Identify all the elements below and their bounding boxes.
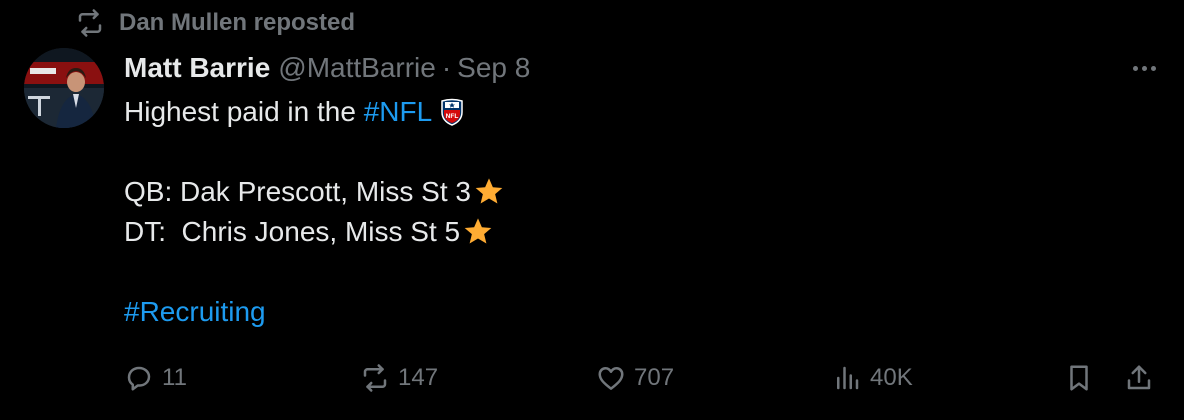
bookmark-icon — [1070, 365, 1088, 391]
repost-count: 147 — [398, 364, 439, 391]
like-button[interactable]: 707 — [596, 358, 674, 398]
tweet-line: Highest paid in the #NFL NFL — [124, 92, 1164, 132]
separator-dot: · — [441, 52, 452, 83]
repost-indicator[interactable]: Dan Mullen reposted — [75, 6, 355, 40]
hashtag-link[interactable]: #NFL — [364, 92, 432, 132]
reply-button[interactable]: 11 — [124, 358, 187, 398]
repost-text: Dan Mullen reposted — [119, 9, 356, 36]
share-icon — [1127, 365, 1151, 390]
avatar[interactable] — [24, 48, 104, 128]
repost-button[interactable]: 147 — [360, 358, 438, 398]
avatar-image — [24, 48, 104, 128]
tweet-date[interactable]: Sep 8 — [457, 52, 530, 84]
more-options-button[interactable] — [1124, 54, 1164, 82]
tweet-line: DT: Chris Jones, Miss St 5 — [124, 212, 1164, 252]
tweet-line: #Recruiting — [124, 292, 1164, 332]
svg-text:NFL: NFL — [446, 113, 459, 120]
repost-icon — [363, 364, 387, 392]
hashtag-link[interactable]: #Recruiting — [124, 292, 266, 332]
tweet-text: Highest paid in the #NFL NFL QB: Dak Pre… — [124, 92, 1164, 332]
action-bar: 11 147 707 40K — [124, 358, 1164, 398]
tweet-text-segment: Highest paid in the — [124, 96, 364, 127]
bookmark-button[interactable] — [1064, 358, 1094, 398]
share-button[interactable] — [1124, 358, 1154, 398]
author-handle[interactable]: @MattBarrie — [278, 52, 436, 84]
views-count: 40K — [870, 364, 913, 391]
tweet-text-segment: QB: Dak Prescott, Miss St 3 — [124, 176, 471, 207]
reply-icon — [127, 366, 151, 391]
author-name[interactable]: Matt Barrie — [124, 52, 270, 84]
tweet-text-segment: DT: Chris Jones, Miss St 5 — [124, 216, 461, 247]
star-emoji — [464, 218, 492, 244]
reply-count: 11 — [162, 364, 187, 391]
repost-icon — [78, 9, 102, 37]
views-icon — [837, 366, 859, 390]
star-emoji — [475, 178, 503, 204]
tweet-line: QB: Dak Prescott, Miss St 3 — [124, 172, 1164, 212]
more-dot — [1150, 65, 1156, 71]
heart-icon — [598, 367, 624, 390]
tweet-header: Matt Barrie @MattBarrie · Sep 8 — [124, 48, 1164, 88]
tweet-content: Matt Barrie @MattBarrie · Sep 8 Highest … — [124, 48, 1164, 332]
like-count: 707 — [634, 364, 675, 391]
views-button[interactable]: 40K — [832, 358, 913, 398]
more-dot — [1132, 65, 1138, 71]
nfl-shield-emoji: NFL — [441, 98, 463, 126]
more-dot — [1141, 65, 1147, 71]
